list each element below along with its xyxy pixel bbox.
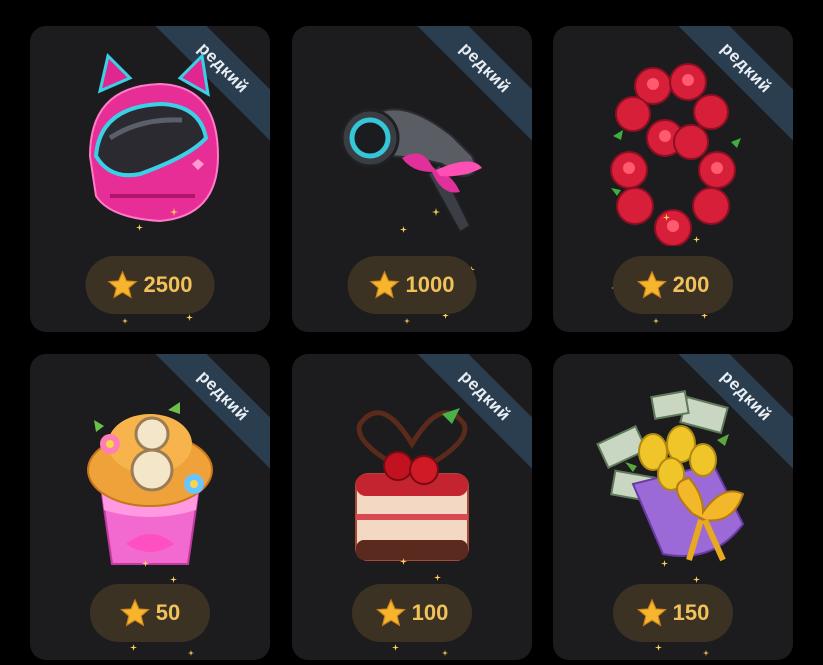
price-pill: 150 — [613, 584, 733, 642]
gift-card-helmet[interactable]: редкий 2500 — [30, 26, 270, 332]
price-pill: 1000 — [347, 256, 477, 314]
rose-eight-icon — [610, 63, 741, 246]
price-pill: 2500 — [85, 256, 215, 314]
price-pill: 100 — [352, 584, 472, 642]
price-amount: 150 — [672, 600, 710, 625]
gift-card-cherry-cake[interactable]: редкий 100 — [292, 354, 532, 660]
cherry-cake-icon — [355, 408, 469, 561]
star-icon — [120, 598, 150, 628]
money-bouquet-icon — [596, 390, 745, 562]
pink-cat-helmet-icon — [88, 52, 220, 223]
star-icon — [376, 598, 406, 628]
price-amount: 2500 — [143, 272, 193, 297]
star-icon — [637, 270, 667, 300]
price-amount: 100 — [411, 600, 449, 625]
gift-card-hair-dryer[interactable]: редкий 1000 — [292, 26, 532, 332]
gift-card-cupcake[interactable]: редкий 50 — [30, 354, 270, 660]
hair-dryer-icon — [340, 108, 482, 234]
price-pill: 50 — [90, 584, 210, 642]
price-amount: 50 — [155, 600, 181, 625]
price-amount: 200 — [672, 272, 710, 297]
price-pill: 200 — [613, 256, 733, 314]
star-icon — [370, 270, 400, 300]
gift-card-bouquet[interactable]: редкий 150 — [553, 354, 793, 660]
eight-cupcake-icon — [87, 402, 213, 565]
price-amount: 1000 — [405, 272, 455, 297]
star-icon — [637, 598, 667, 628]
gift-card-rose-eight[interactable]: редкий 200 — [553, 26, 793, 332]
star-icon — [108, 270, 138, 300]
